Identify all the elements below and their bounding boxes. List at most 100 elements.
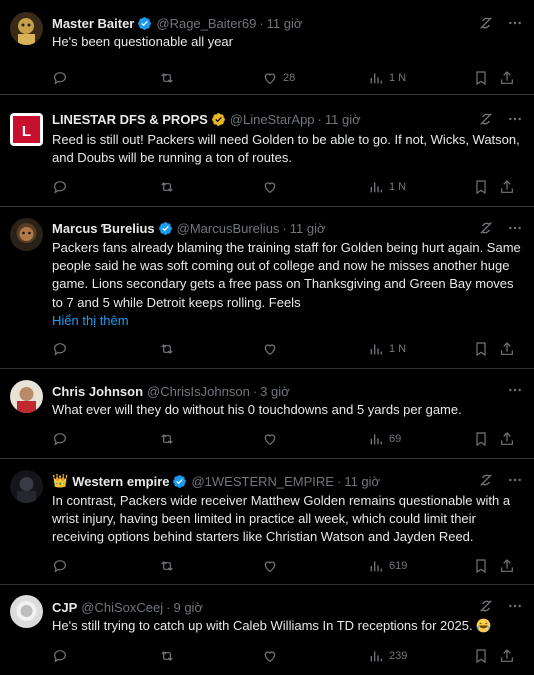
repost-button[interactable] [159, 647, 175, 665]
bookmark-button[interactable] [473, 557, 489, 575]
view-count: 619 [389, 560, 408, 572]
grok-icon[interactable] [478, 472, 494, 488]
avatar[interactable] [10, 218, 43, 251]
action-bar: 69 [52, 430, 524, 448]
bookmark-button[interactable] [473, 340, 489, 358]
reply-button[interactable] [52, 178, 68, 196]
views-button[interactable]: 1 N [368, 340, 406, 358]
like-button[interactable] [262, 340, 283, 358]
action-bar: 28 1 N [52, 69, 524, 87]
separator-dot: · [252, 383, 258, 399]
reply-button[interactable] [52, 647, 68, 665]
more-options-icon[interactable] [506, 15, 524, 31]
separator-dot: · [317, 111, 322, 127]
display-name[interactable]: Western empire [72, 474, 169, 489]
timestamp[interactable]: 11 giờ [325, 112, 361, 127]
bookmark-button[interactable] [473, 69, 489, 87]
handle[interactable]: @MarcusBurelius [177, 221, 280, 236]
handle[interactable]: @Rage_Baiter69 [156, 16, 256, 31]
view-count: 1 N [389, 72, 407, 84]
repost-button[interactable] [159, 340, 175, 358]
separator-dot: · [166, 599, 171, 615]
views-button[interactable]: 1 N [368, 69, 406, 87]
show-more-link[interactable]: Hiển thị thêm [52, 312, 524, 330]
bookmark-button[interactable] [473, 178, 489, 196]
display-name[interactable]: LINESTAR DFS & PROPS [52, 112, 208, 127]
timestamp[interactable]: 11 giờ [290, 221, 326, 236]
timestamp[interactable]: 11 giờ [344, 474, 380, 489]
more-options-icon[interactable] [506, 111, 524, 127]
like-button[interactable] [262, 430, 283, 448]
reply-button[interactable] [52, 69, 68, 87]
tweet[interactable]: Master Baiter @Rage_Baiter69 · 11 giờ He… [0, 0, 534, 95]
share-button[interactable] [499, 340, 515, 358]
grok-icon[interactable] [478, 111, 494, 127]
more-options-icon[interactable] [506, 472, 524, 488]
share-button[interactable] [499, 647, 515, 665]
grok-icon[interactable] [478, 598, 494, 614]
handle[interactable]: @LineStarApp [230, 112, 315, 127]
avatar[interactable]: L [10, 113, 43, 146]
timestamp[interactable]: 9 giờ [173, 600, 203, 615]
tweet[interactable]: CJP @ChiSoxCeej · 9 giờ He's still tryin… [0, 585, 534, 675]
display-name[interactable]: Marcus Ɓurelius [52, 221, 155, 236]
like-button[interactable]: 28 [262, 69, 295, 87]
repost-icon [161, 344, 173, 354]
tweet[interactable]: 👑 Western empire @1WESTERN_EMPIRE · 11 g… [0, 459, 534, 585]
grok-icon[interactable] [478, 220, 494, 236]
action-bar: 1 N [52, 178, 524, 196]
view-count: 69 [389, 433, 402, 445]
grok-icon[interactable] [478, 15, 494, 31]
display-name[interactable]: Master Baiter [52, 16, 134, 31]
verified-badge-icon [173, 474, 187, 488]
views-icon [370, 434, 382, 445]
like-button[interactable] [262, 178, 283, 196]
more-options-icon[interactable] [506, 220, 524, 236]
tweet-text: He's still trying to catch up with Caleb… [52, 617, 524, 635]
timestamp[interactable]: 11 giờ [267, 16, 303, 31]
view-count: 1 N [389, 181, 407, 193]
display-name[interactable]: CJP [52, 600, 77, 615]
separator-dot: · [336, 473, 342, 489]
reply-button[interactable] [52, 340, 68, 358]
views-icon [370, 73, 382, 84]
views-button[interactable]: 619 [368, 557, 407, 575]
display-name[interactable]: Chris Johnson [52, 384, 143, 399]
heart-icon [264, 434, 276, 446]
handle[interactable]: @ChiSoxCeej [81, 600, 163, 615]
avatar[interactable] [10, 595, 43, 628]
avatar[interactable] [10, 12, 43, 45]
share-button[interactable] [499, 69, 515, 87]
more-options-icon[interactable] [506, 382, 524, 398]
share-button[interactable] [499, 178, 515, 196]
tweet[interactable]: L LINESTAR DFS & PROPS @LineStarApp · 11… [0, 95, 534, 207]
repost-button[interactable] [159, 557, 175, 575]
like-button[interactable] [262, 647, 283, 665]
repost-button[interactable] [159, 178, 175, 196]
handle[interactable]: @ChrisIsJohnson [147, 384, 250, 399]
reply-icon [54, 72, 66, 85]
bookmark-icon [476, 649, 486, 664]
bookmark-button[interactable] [473, 647, 489, 665]
share-button[interactable] [499, 430, 515, 448]
repost-button[interactable] [159, 430, 175, 448]
views-button[interactable]: 239 [368, 647, 407, 665]
bookmark-button[interactable] [473, 430, 489, 448]
reply-button[interactable] [52, 557, 68, 575]
tweet-header: LINESTAR DFS & PROPS @LineStarApp · 11 g… [52, 110, 361, 128]
avatar[interactable] [10, 380, 43, 413]
like-button[interactable] [262, 557, 283, 575]
repost-icon [161, 561, 173, 571]
reply-button[interactable] [52, 430, 68, 448]
handle[interactable]: @1WESTERN_EMPIRE [191, 474, 334, 489]
more-options-icon[interactable] [506, 598, 524, 614]
views-button[interactable]: 69 [368, 430, 401, 448]
tweet[interactable]: Marcus Ɓurelius @MarcusBurelius · 11 giờ… [0, 207, 534, 369]
repost-button[interactable] [159, 69, 175, 87]
timestamp[interactable]: 3 giờ [260, 384, 290, 399]
avatar[interactable] [10, 470, 43, 503]
tweet[interactable]: Chris Johnson @ChrisIsJohnson · 3 giờ Wh… [0, 369, 534, 459]
share-button[interactable] [499, 557, 515, 575]
views-button[interactable]: 1 N [368, 178, 406, 196]
reply-icon [54, 650, 66, 663]
